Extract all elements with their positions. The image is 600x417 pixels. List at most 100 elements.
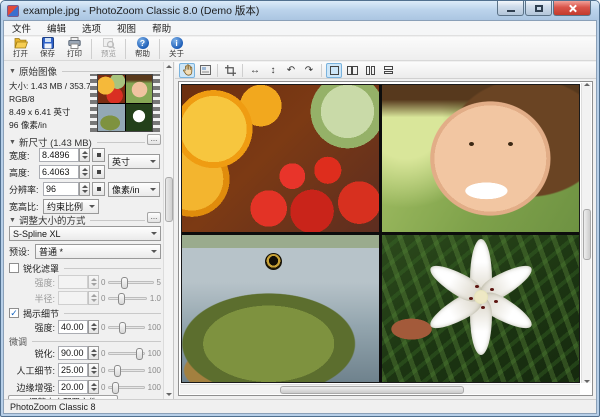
aspect-label: 宽高比: — [9, 200, 43, 213]
height-stepper[interactable] — [79, 165, 90, 179]
height-label: 高度: — [9, 166, 39, 179]
crop-tool-button[interactable] — [222, 63, 238, 78]
reveal-strength-input[interactable] — [58, 320, 88, 334]
view-top-bottom-icon — [384, 66, 393, 74]
minimize-icon — [507, 10, 515, 12]
hand-tool-button[interactable] — [179, 63, 195, 78]
slider-thumb[interactable] — [112, 382, 119, 394]
view-top-bottom-button[interactable] — [380, 63, 396, 78]
preview-image[interactable] — [181, 84, 580, 383]
help-button[interactable]: ? 帮助 — [129, 37, 156, 60]
menu-file[interactable]: 文件 — [4, 21, 39, 35]
flip-horizontal-button[interactable]: ↔ — [247, 63, 263, 78]
preset-label: 预设: — [9, 245, 35, 258]
flip-vertical-button[interactable]: ↕ — [265, 63, 281, 78]
view-split-button[interactable] — [344, 63, 360, 78]
statusbar: PhotoZoom Classic 8 — [4, 399, 596, 413]
save-button[interactable]: 保存 — [34, 37, 61, 60]
slider-thumb[interactable] — [136, 348, 143, 360]
new-size-more-button[interactable]: ... — [147, 134, 161, 145]
resize-method-header[interactable]: ▼ 调整大小的方式 — [9, 213, 161, 227]
floppy-save-icon — [41, 37, 55, 49]
main-toolbar: 打开 保存 打印 预览 — [4, 37, 596, 61]
canvas-toolbar: ↔ ↕ ↶ ↷ — [175, 62, 596, 79]
view-single-button[interactable] — [326, 63, 342, 78]
resolution-input[interactable] — [43, 182, 79, 196]
panel-scrollbar[interactable] — [163, 62, 173, 399]
rotate-ccw-icon: ↶ — [287, 65, 295, 76]
photo-lily — [382, 235, 579, 382]
chevron-down-icon — [151, 232, 157, 235]
menu-help[interactable]: 帮助 — [144, 21, 179, 35]
unsharp-mask-checkbox-row[interactable]: 锐化滤罩 — [9, 261, 161, 275]
resolution-link-button[interactable] — [92, 182, 105, 196]
width-input[interactable] — [39, 148, 79, 162]
preset-row: 预设: 普通 * — [9, 244, 161, 258]
help-icon: ? — [137, 37, 149, 49]
height-input[interactable] — [39, 165, 79, 179]
sharpness-label: 锐化: — [9, 347, 55, 360]
titlebar[interactable]: example.jpg - PhotoZoom Classic 8.0 (Dem… — [1, 1, 599, 20]
horizontal-scrollbar-thumb[interactable] — [280, 386, 464, 394]
reveal-strength-stepper[interactable] — [88, 320, 99, 334]
resolution-stepper[interactable] — [79, 182, 90, 196]
close-button[interactable] — [553, 1, 591, 16]
height-link-button[interactable] — [92, 165, 105, 179]
panel-scrollbar-thumb[interactable] — [165, 177, 173, 222]
vertical-scrollbar-thumb[interactable] — [583, 209, 591, 260]
rotate-right-button[interactable]: ↷ — [301, 63, 317, 78]
resize-method-more-button[interactable]: ... — [147, 212, 161, 223]
artifact-detail-stepper[interactable] — [88, 363, 99, 377]
preset-dropdown[interactable]: 普通 * — [35, 244, 161, 259]
unsharp-strength-row: 强度: 0 5 — [9, 275, 161, 289]
aspect-dropdown[interactable]: 约束比例 — [43, 199, 99, 214]
menu-options[interactable]: 选项 — [74, 21, 109, 35]
width-stepper[interactable] — [79, 148, 90, 162]
vertical-scrollbar[interactable] — [581, 83, 591, 383]
minimize-button[interactable] — [497, 1, 524, 16]
photo-smiling-woman — [382, 85, 579, 232]
preview-magnifier-icon — [102, 37, 116, 49]
edge-boost-input[interactable] — [58, 380, 88, 394]
menu-view[interactable]: 视图 — [109, 21, 144, 35]
rotate-left-button[interactable]: ↶ — [283, 63, 299, 78]
app-window: example.jpg - PhotoZoom Classic 8.0 (Dem… — [0, 0, 600, 417]
view-split-icon — [347, 66, 358, 75]
open-button[interactable]: 打开 — [7, 37, 34, 60]
about-button[interactable]: i 关于 — [163, 37, 190, 60]
slider-thumb[interactable] — [119, 322, 126, 334]
rotate-cw-icon: ↷ — [305, 65, 313, 76]
width-link-button[interactable] — [92, 148, 105, 162]
edge-boost-slider[interactable] — [108, 386, 144, 389]
navigator-button[interactable] — [197, 63, 213, 78]
lily-center — [474, 290, 488, 304]
maximize-icon — [535, 5, 543, 12]
reveal-details-checkbox[interactable]: ✓ — [9, 308, 19, 318]
sharpness-input[interactable] — [58, 346, 88, 360]
unsharp-mask-checkbox[interactable] — [9, 263, 19, 273]
new-size-header[interactable]: ▼ 新尺寸 (1.43 MB) — [9, 135, 161, 149]
slider-thumb[interactable] — [114, 365, 121, 377]
algorithm-dropdown[interactable]: S-Spline XL — [9, 226, 161, 241]
menubar: 文件 编辑 选项 视图 帮助 — [4, 21, 596, 36]
artifact-detail-input[interactable] — [58, 363, 88, 377]
resolution-unit-dropdown[interactable]: 像素/in — [108, 182, 160, 197]
edge-boost-stepper[interactable] — [88, 380, 99, 394]
size-unit-dropdown[interactable]: 英寸 — [108, 154, 160, 169]
horizontal-scrollbar[interactable] — [180, 384, 580, 394]
reveal-details-checkbox-row[interactable]: ✓ 揭示细节 — [9, 306, 161, 320]
maximize-button[interactable] — [525, 1, 552, 16]
menu-edit[interactable]: 编辑 — [39, 21, 74, 35]
window-content: 文件 编辑 选项 视图 帮助 打开 保存 — [3, 20, 597, 414]
chevron-down-icon — [151, 250, 157, 253]
sharpness-slider[interactable] — [108, 352, 144, 355]
chevron-down-icon — [89, 205, 95, 208]
view-side-by-side-button[interactable] — [362, 63, 378, 78]
eye-detail — [469, 142, 474, 146]
sharpness-stepper[interactable] — [88, 346, 99, 360]
print-button[interactable]: 打印 — [61, 37, 88, 60]
toolbar-separator — [159, 39, 160, 59]
reveal-strength-slider[interactable] — [108, 326, 144, 329]
artifact-detail-slider[interactable] — [108, 369, 144, 372]
collapse-icon: ▼ — [9, 217, 16, 224]
